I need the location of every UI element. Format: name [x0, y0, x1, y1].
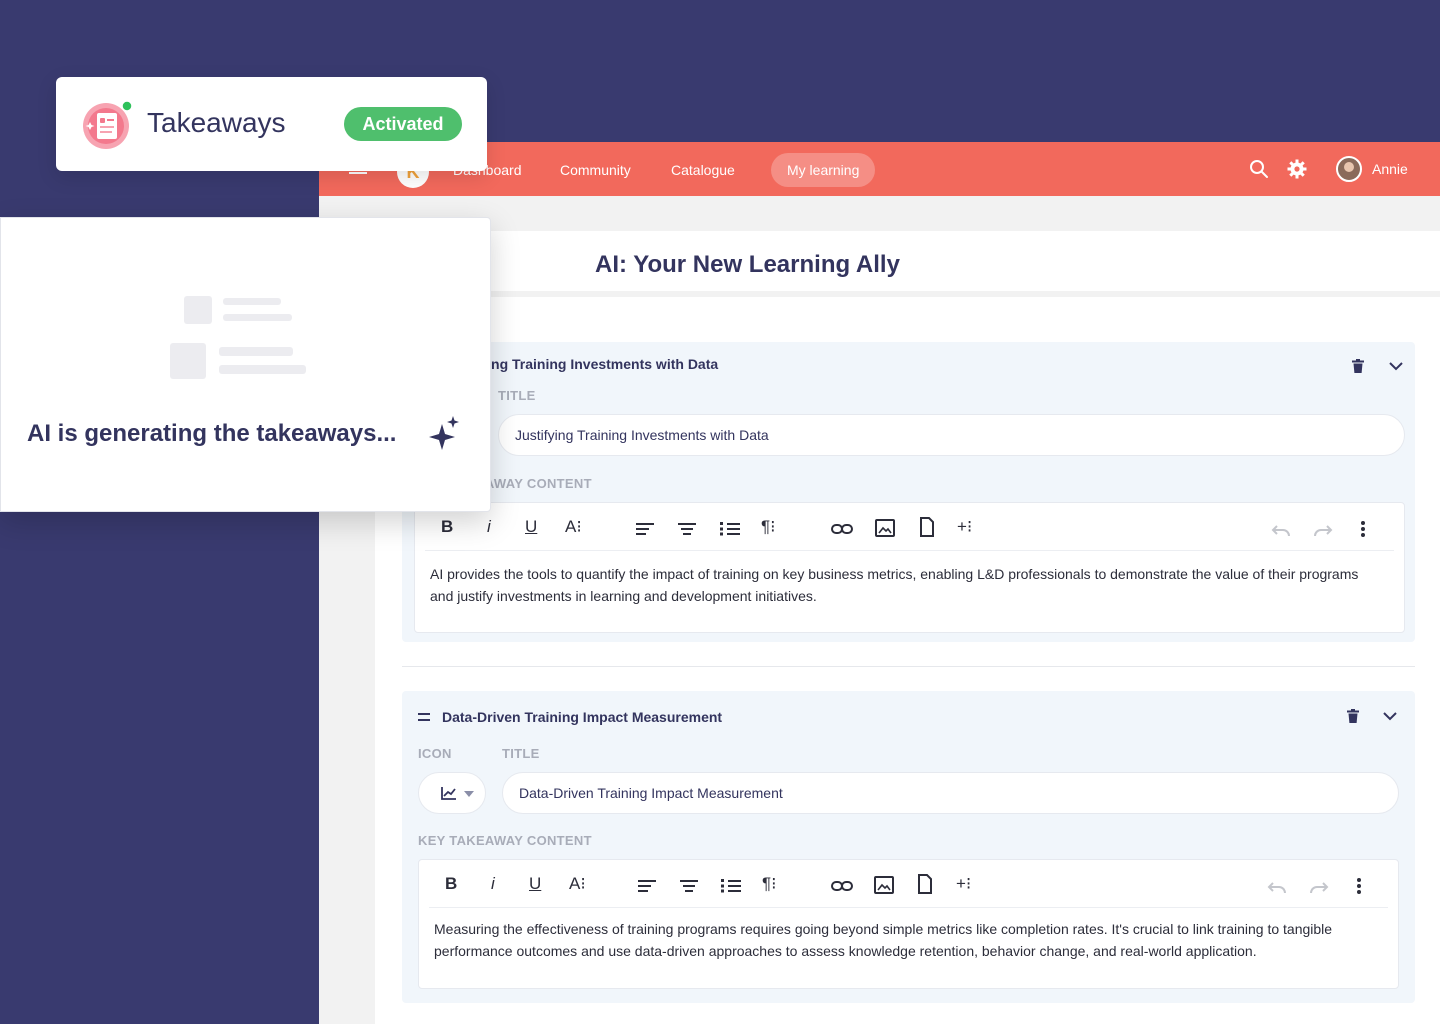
link-icon[interactable] — [831, 519, 853, 539]
card-header-title[interactable]: Data-Driven Training Impact Measurement — [442, 709, 722, 725]
font-style-button[interactable]: A⁝ — [569, 874, 586, 894]
divider — [402, 666, 1415, 667]
takeaways-feature-card: Takeaways Activated — [56, 77, 487, 171]
skeleton-line — [223, 314, 292, 321]
menu-icon[interactable] — [349, 172, 367, 174]
trash-icon[interactable] — [1352, 359, 1364, 373]
numbered-list-icon[interactable] — [719, 519, 741, 539]
icon-select[interactable] — [418, 772, 486, 814]
skeleton-thumb — [170, 343, 206, 379]
skeleton-line — [219, 347, 293, 356]
takeaways-title: Takeaways — [147, 107, 286, 138]
gear-icon[interactable] — [1287, 159, 1307, 179]
generating-message: AI is generating the takeaways... — [27, 420, 397, 447]
title-label: TITLE — [502, 746, 540, 761]
paragraph-button[interactable]: ¶⁝ — [762, 874, 777, 894]
bold-button[interactable]: B — [441, 517, 453, 537]
skeleton-thumb — [184, 296, 212, 324]
chevron-down-icon[interactable] — [1382, 708, 1398, 724]
more-options-icon[interactable] — [1360, 519, 1366, 539]
align-center-icon[interactable] — [677, 519, 697, 539]
editor-content[interactable]: Measuring the effectiveness of training … — [434, 918, 1358, 962]
search-icon[interactable] — [1249, 159, 1269, 179]
font-style-button[interactable]: A⁝ — [565, 517, 582, 537]
link-icon[interactable] — [831, 876, 853, 896]
title-label: TITLE — [498, 388, 536, 403]
file-icon[interactable] — [919, 517, 935, 537]
drag-handle-icon[interactable] — [418, 713, 430, 721]
ai-generating-card: AI is generating the takeaways... — [0, 217, 491, 512]
user-name[interactable]: Annie — [1372, 161, 1408, 177]
align-left-icon[interactable] — [637, 876, 657, 896]
takeaway-card: Justifying Training Investments with Dat… — [402, 342, 1415, 642]
numbered-list-icon[interactable] — [720, 876, 742, 896]
skeleton-line — [223, 298, 281, 305]
top-nav: K Dashboard Community Catalogue My learn… — [319, 142, 1440, 196]
sparkle-icon — [429, 416, 459, 450]
paragraph-button[interactable]: ¶⁝ — [761, 517, 776, 537]
italic-button[interactable]: i — [487, 517, 491, 537]
underline-button[interactable]: U — [525, 517, 537, 537]
title-bar: AI: Your New Learning Ally — [375, 231, 1440, 297]
nav-item-catalogue[interactable]: Catalogue — [671, 160, 735, 180]
rich-text-editor[interactable]: B i U A⁝ ¶⁝ +⁝ Measuring the effectivene… — [418, 859, 1399, 989]
takeaway-card: Data-Driven Training Impact Measurement … — [402, 691, 1415, 1003]
editor-toolbar: B i U A⁝ ¶⁝ +⁝ — [429, 860, 1388, 908]
insert-button[interactable]: +⁝ — [956, 874, 971, 894]
nav-item-community[interactable]: Community — [560, 160, 631, 180]
insert-button[interactable]: +⁝ — [957, 517, 972, 537]
undo-icon[interactable] — [1271, 520, 1291, 540]
align-left-icon[interactable] — [635, 519, 655, 539]
avatar[interactable] — [1336, 156, 1362, 182]
redo-icon[interactable] — [1309, 877, 1329, 897]
caret-down-icon — [464, 791, 474, 797]
align-center-icon[interactable] — [679, 876, 699, 896]
bold-button[interactable]: B — [445, 874, 457, 894]
skeleton-line — [219, 365, 306, 374]
nav-item-my-learning[interactable]: My learning — [771, 153, 876, 187]
title-input[interactable]: Justifying Training Investments with Dat… — [498, 414, 1405, 456]
file-icon[interactable] — [917, 874, 933, 894]
page-title: AI: Your New Learning Ally — [595, 251, 900, 278]
chart-line-icon — [441, 787, 456, 800]
editor-toolbar: B i U A⁝ ¶⁝ +⁝ — [425, 503, 1394, 551]
status-badge[interactable]: Activated — [344, 107, 462, 141]
editor-content[interactable]: AI provides the tools to quantify the im… — [430, 563, 1364, 607]
image-icon[interactable] — [875, 518, 895, 538]
icon-label: ICON — [418, 746, 452, 761]
main-content: AI: Your New Learning Ally Justifying Tr… — [375, 231, 1440, 1024]
trash-icon[interactable] — [1347, 709, 1359, 723]
redo-icon[interactable] — [1313, 520, 1333, 540]
rich-text-editor[interactable]: B i U A⁝ ¶⁝ +⁝ AI provides the tools to … — [414, 502, 1405, 633]
takeaways-icon — [83, 100, 132, 149]
underline-button[interactable]: U — [529, 874, 541, 894]
undo-icon[interactable] — [1267, 877, 1287, 897]
more-options-icon[interactable] — [1356, 876, 1362, 896]
content-label: KEY TAKEAWAY CONTENT — [418, 833, 592, 848]
image-icon[interactable] — [874, 875, 894, 895]
italic-button[interactable]: i — [491, 874, 495, 894]
chevron-down-icon[interactable] — [1388, 358, 1404, 374]
title-input[interactable]: Data-Driven Training Impact Measurement — [502, 772, 1399, 814]
